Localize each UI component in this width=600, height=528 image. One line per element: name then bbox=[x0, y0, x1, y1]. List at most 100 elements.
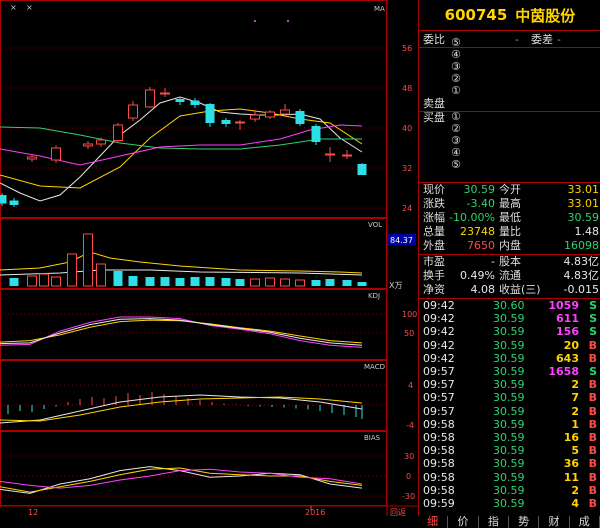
svg-text:0: 0 bbox=[406, 472, 411, 481]
tick-price: 30.59 bbox=[493, 497, 525, 510]
stat-value: 4.08 bbox=[470, 283, 496, 296]
tick-price: 30.59 bbox=[493, 338, 525, 352]
tick-row: 09:58 30.59 5 B bbox=[423, 445, 599, 457]
tick-time: 09:58 bbox=[423, 444, 455, 458]
tick-price: 30.59 bbox=[493, 325, 525, 339]
stat-label: 股本 bbox=[499, 255, 521, 268]
stat-value: 0.49% bbox=[460, 269, 495, 282]
tab-finance[interactable]: 财 bbox=[539, 516, 570, 528]
tick-volume: 1658 bbox=[548, 365, 579, 378]
volume-bar bbox=[325, 279, 335, 286]
tab-cheng[interactable]: 成 bbox=[570, 516, 600, 528]
candle bbox=[221, 118, 231, 127]
stat-row: 净资 4.08 收益(三) -0.015 bbox=[423, 284, 599, 296]
tick-row: 09:59 30.59 4 B bbox=[423, 498, 599, 510]
macd-label: MACD bbox=[364, 363, 385, 371]
volume-bar bbox=[51, 276, 61, 287]
stat-label: 最低 bbox=[499, 211, 521, 224]
tick-side: S bbox=[589, 365, 597, 378]
volume-bar bbox=[96, 263, 106, 287]
buy-label: 买盘 bbox=[423, 111, 445, 124]
tick-price: 30.59 bbox=[493, 404, 525, 418]
tick-side: S bbox=[589, 299, 597, 312]
candle bbox=[27, 155, 37, 162]
tab-index[interactable]: 指 bbox=[479, 516, 509, 528]
stock-title: 600745 中茵股份 bbox=[419, 0, 600, 31]
svg-text:32: 32 bbox=[402, 164, 412, 173]
volume-bar bbox=[265, 277, 275, 287]
tick-price: 30.59 bbox=[493, 312, 525, 326]
volume-bar bbox=[83, 233, 93, 287]
stat-row: 涨幅 -10.00% 最低 30.59 bbox=[423, 212, 599, 224]
tick-side: B bbox=[588, 444, 597, 458]
tab-potential[interactable]: 势 bbox=[509, 516, 540, 528]
marker-x-1: × bbox=[10, 3, 17, 12]
svg-text:30: 30 bbox=[404, 452, 414, 461]
stat-label: 量比 bbox=[499, 225, 521, 238]
tick-row: 09:42 30.59 611 S bbox=[423, 313, 599, 325]
tick-volume: 643 bbox=[556, 351, 579, 365]
x-label-12: 12 bbox=[28, 508, 38, 516]
tick-volume: 2 bbox=[571, 378, 579, 392]
buy-level-5: ⑤ bbox=[451, 158, 461, 171]
volume-bar bbox=[280, 278, 290, 287]
tick-volume: 5 bbox=[571, 444, 579, 458]
vol-label: VOL bbox=[368, 221, 382, 229]
candle bbox=[342, 150, 352, 159]
vol-ma-line bbox=[0, 251, 363, 274]
candle bbox=[145, 87, 155, 108]
candle bbox=[160, 88, 170, 97]
stat-label: 今开 bbox=[499, 183, 521, 196]
tick-time: 09:42 bbox=[423, 325, 455, 339]
stat-label: 净资 bbox=[423, 283, 445, 296]
bias-label: BIAS bbox=[364, 434, 381, 442]
price-axis: 56 48 40 32 24 bbox=[402, 44, 412, 213]
stat-value: 7650 bbox=[467, 239, 495, 252]
tick-row: 09:58 30.59 11 B bbox=[423, 470, 599, 484]
tick-row: 09:57 30.59 7 B bbox=[423, 392, 599, 404]
stat-label: 换手 bbox=[423, 269, 445, 282]
kline-panel-frame bbox=[0, 0, 387, 218]
candle bbox=[83, 141, 93, 149]
stock-terminal-window: MA VOL KDJ MACD BIAS × × 56 48 40 32 24 … bbox=[0, 0, 600, 528]
tick-side: S bbox=[589, 312, 597, 326]
bias-axis: 30 0 -30 bbox=[402, 452, 415, 501]
candle bbox=[128, 101, 138, 121]
svg-text:56: 56 bbox=[402, 44, 412, 53]
tick-time: 09:42 bbox=[423, 351, 455, 365]
tick-time: 09:59 bbox=[423, 497, 455, 510]
stat-label: 流通 bbox=[499, 269, 521, 282]
tab-price[interactable]: 价 bbox=[448, 516, 479, 528]
stat-value: 33.01 bbox=[567, 183, 600, 196]
volume-bar bbox=[250, 278, 260, 287]
tick-volume: 2 bbox=[571, 483, 579, 497]
volume-unit: X万 bbox=[389, 281, 402, 290]
candle bbox=[265, 110, 275, 119]
tick-time: 09:58 bbox=[423, 417, 455, 431]
tab-detail[interactable]: 细 bbox=[418, 516, 449, 528]
back-button[interactable]: 回返 bbox=[390, 508, 406, 516]
stat-value: - bbox=[491, 255, 495, 268]
tick-time: 09:57 bbox=[423, 365, 455, 378]
volume-bar bbox=[311, 280, 321, 286]
tick-price: 30.60 bbox=[493, 299, 525, 312]
volume-bar bbox=[27, 275, 37, 287]
tick-time: 09:58 bbox=[423, 470, 455, 484]
candle bbox=[190, 98, 200, 108]
tick-row: 09:57 30.59 2 B bbox=[423, 404, 599, 418]
stock-code: 600745 bbox=[444, 6, 508, 24]
candle bbox=[113, 123, 123, 143]
tick-time: 09:42 bbox=[423, 312, 455, 326]
tick-volume: 4 bbox=[571, 497, 579, 510]
stat-value: -0.015 bbox=[563, 283, 599, 296]
tick-side: B bbox=[588, 457, 597, 471]
candle bbox=[295, 109, 305, 126]
chart-area[interactable]: MA VOL KDJ MACD BIAS × × 56 48 40 32 24 … bbox=[0, 0, 418, 516]
tick-side: B bbox=[588, 417, 597, 431]
macd-axis: 4 -4 bbox=[406, 381, 414, 430]
candle bbox=[175, 98, 185, 105]
tick-time: 09:58 bbox=[423, 457, 455, 471]
tick-row: 09:42 30.59 20 B bbox=[423, 338, 599, 352]
candle bbox=[311, 124, 321, 145]
tick-side: B bbox=[588, 483, 597, 497]
